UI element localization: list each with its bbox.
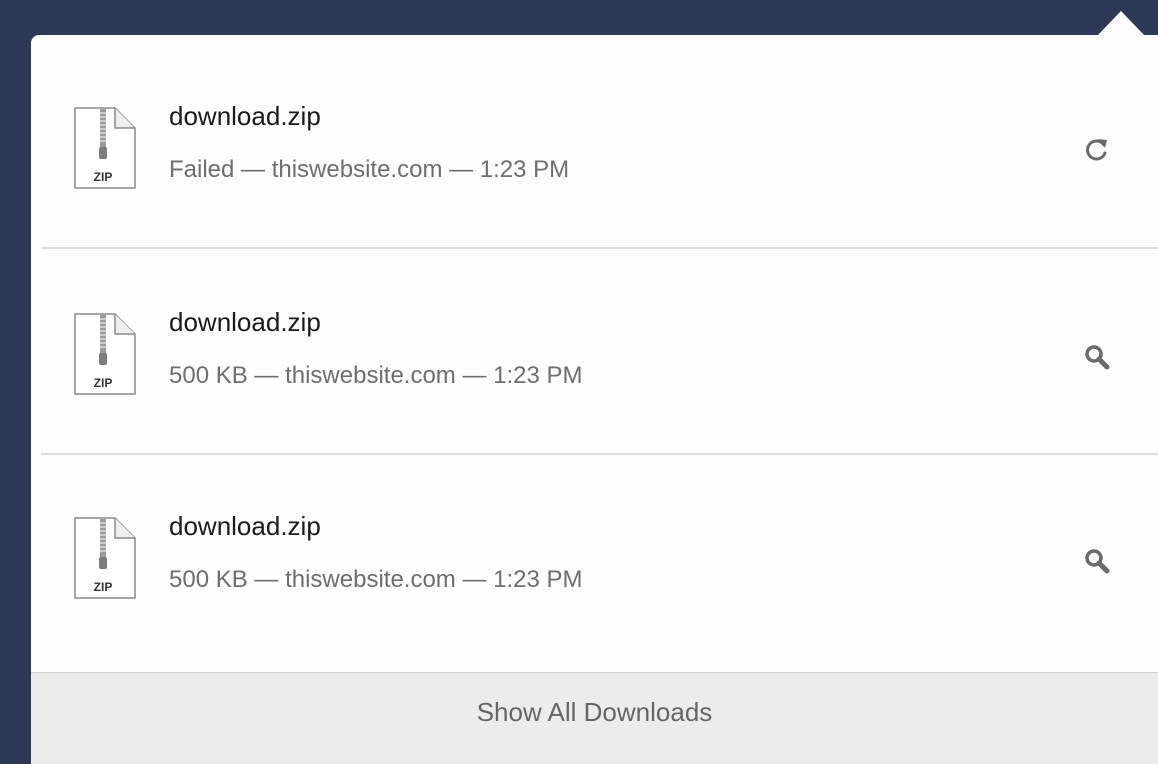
download-status: Failed — thiswebsite.com — 1:23 PM bbox=[169, 156, 570, 183]
download-item[interactable]: ZIP download.zip 500 KB — thiswebsite.co… bbox=[31, 241, 1158, 446]
zip-file-icon: ZIP bbox=[73, 517, 137, 599]
show-all-downloads-button[interactable]: Show All Downloads bbox=[31, 672, 1158, 764]
zip-label: ZIP bbox=[94, 376, 113, 390]
zip-file-icon: ZIP bbox=[73, 313, 137, 395]
download-item[interactable]: ZIP download.zip 500 KB — thiswebsite.co… bbox=[31, 445, 1158, 650]
download-filename: download.zip bbox=[169, 511, 321, 541]
zip-label: ZIP bbox=[94, 580, 113, 594]
show-in-finder-button[interactable] bbox=[1077, 337, 1117, 377]
download-filename: download.zip bbox=[169, 307, 321, 337]
download-item[interactable]: ZIP download.zip Failed — thiswebsite.co… bbox=[31, 35, 1158, 240]
show-all-downloads-label: Show All Downloads bbox=[476, 697, 713, 727]
download-size-info: 500 KB — thiswebsite.com — 1:23 PM bbox=[169, 566, 583, 593]
magnifier-icon bbox=[1085, 345, 1110, 370]
zip-file-icon: ZIP bbox=[73, 107, 137, 189]
retry-button[interactable] bbox=[1077, 130, 1117, 170]
download-size-info: 500 KB — thiswebsite.com — 1:23 PM bbox=[169, 362, 583, 389]
downloads-popover: ZIP download.zip Failed — thiswebsite.co… bbox=[31, 35, 1158, 764]
zip-label: ZIP bbox=[94, 170, 113, 184]
popover-arrow bbox=[1097, 11, 1145, 36]
magnifier-icon bbox=[1085, 549, 1110, 574]
retry-icon bbox=[1086, 139, 1107, 161]
download-filename: download.zip bbox=[169, 101, 321, 131]
show-in-finder-button[interactable] bbox=[1077, 541, 1117, 581]
